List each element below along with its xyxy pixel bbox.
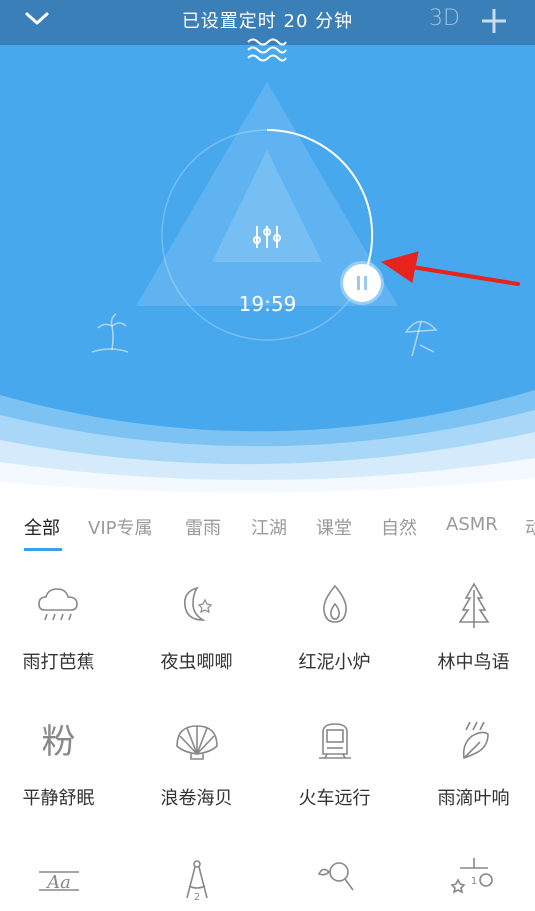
- sound-item[interactable]: 浪卷海贝: [130, 712, 263, 810]
- countdown-time: 19:59: [238, 292, 297, 316]
- svg-text:2: 2: [193, 892, 199, 903]
- palm-tree-icon: [91, 313, 129, 353]
- add-icon[interactable]: [480, 7, 508, 35]
- sound-item[interactable]: 雨打芭蕉: [0, 576, 125, 674]
- sound-label: 夜虫唧唧: [160, 652, 233, 673]
- sound-item[interactable]: Aa: [0, 850, 125, 910]
- sound-item[interactable]: 红泥小炉: [268, 576, 401, 674]
- beach-umbrella-icon: [404, 320, 438, 357]
- player-hero: 已设置定时 20 分钟 3D 19:59: [0, 0, 535, 500]
- sound-item[interactable]: 火车远行: [268, 712, 401, 810]
- sound-item[interactable]: 雨滴叶响: [407, 712, 535, 810]
- train-icon: [318, 723, 351, 759]
- tab-all[interactable]: 全部: [24, 514, 60, 540]
- sound-label: 雨滴叶响: [437, 788, 510, 809]
- sound-label: 火车远行: [298, 788, 371, 809]
- tab-nature[interactable]: 自然: [381, 514, 417, 540]
- hero-artwork: [0, 82, 535, 500]
- pine-tree-icon: [458, 582, 489, 628]
- sound-item[interactable]: [268, 850, 401, 910]
- active-tab-indicator: [24, 548, 62, 551]
- svg-text:Aa: Aa: [45, 872, 71, 893]
- sound-item[interactable]: 林中鸟语: [407, 576, 535, 674]
- tab-more[interactable]: 动: [525, 514, 535, 540]
- flame-icon: [322, 584, 347, 623]
- sound-label: 林中鸟语: [437, 652, 510, 673]
- sound-label: 雨打芭蕉: [22, 652, 95, 673]
- rain-leaf-icon: [462, 721, 489, 760]
- sound-label: 红泥小炉: [298, 652, 371, 673]
- tab-jianghu[interactable]: 江湖: [251, 514, 287, 540]
- tab-asmr[interactable]: ASMR: [446, 514, 498, 535]
- compass-icon: 2: [185, 860, 208, 903]
- cloud-rain-icon: [37, 588, 78, 621]
- 3d-mode-button[interactable]: 3D: [429, 6, 460, 31]
- pause-icon: [357, 276, 367, 290]
- moon-stars-icon: [183, 586, 212, 621]
- svg-text:1: 1: [470, 876, 476, 887]
- sound-item[interactable]: 1: [407, 850, 535, 910]
- pause-button[interactable]: [343, 264, 381, 302]
- fen-character-icon: 粉: [41, 722, 76, 762]
- waves-icon: [247, 38, 287, 62]
- mobile-toy-icon: 1: [449, 858, 493, 894]
- sound-label: 平静舒眠: [22, 788, 95, 809]
- category-tabs: 全部 VIP专属 雷雨 江湖 课堂 自然 ASMR 动: [0, 500, 535, 552]
- sound-item[interactable]: 粉 平静舒眠: [0, 712, 125, 810]
- sound-item[interactable]: 夜虫唧唧: [130, 576, 263, 674]
- annotation-arrow: [380, 251, 520, 286]
- magnifier-icon: [317, 862, 354, 891]
- tab-thunderstorm[interactable]: 雷雨: [185, 514, 221, 540]
- tab-classroom[interactable]: 课堂: [316, 514, 352, 540]
- handwriting-icon: Aa: [38, 871, 79, 893]
- sound-item[interactable]: 2: [130, 850, 263, 910]
- seashell-icon: [175, 725, 218, 760]
- equalizer-icon: [253, 226, 281, 248]
- tab-vip[interactable]: VIP专属: [88, 514, 152, 540]
- sound-label: 浪卷海贝: [160, 788, 233, 809]
